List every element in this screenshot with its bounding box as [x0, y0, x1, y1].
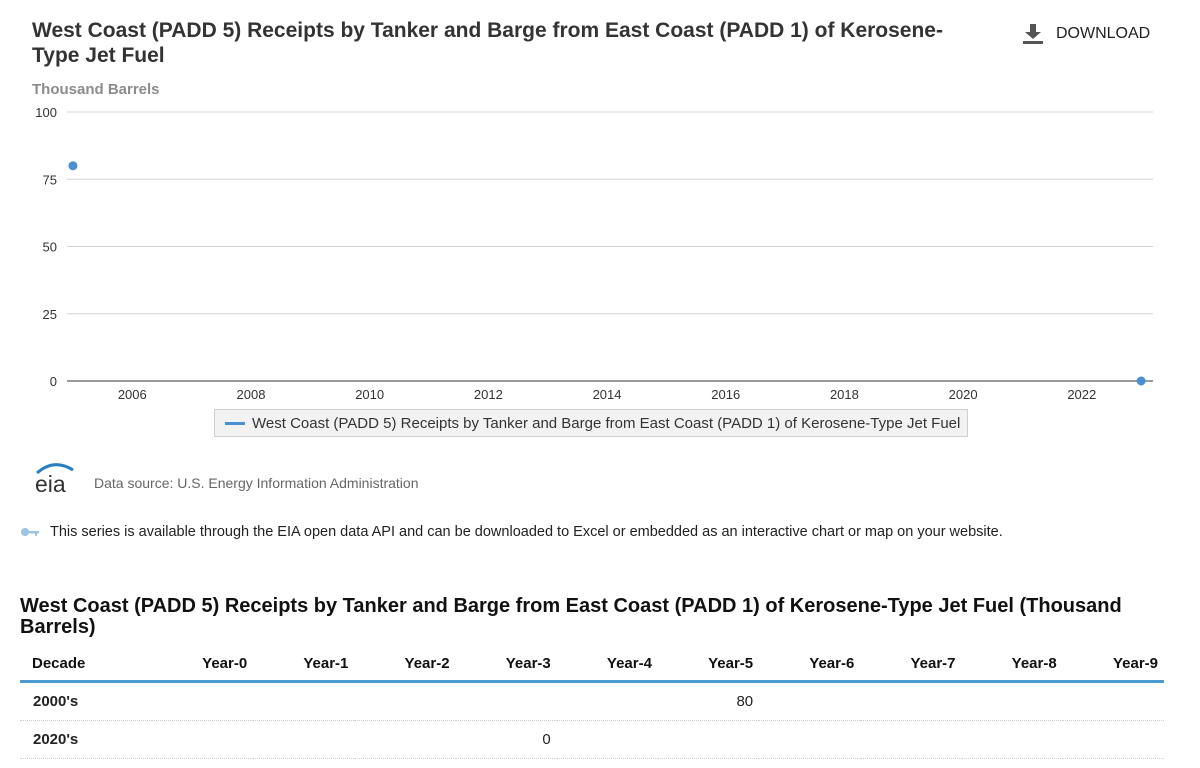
api-note: This series is available through the EIA…: [20, 524, 1003, 540]
table-title: West Coast (PADD 5) Receipts by Tanker a…: [20, 595, 1122, 638]
table-cell: [1062, 720, 1164, 759]
table-cell: 80: [657, 681, 760, 721]
y-tick-label: 100: [35, 105, 57, 120]
eia-logo: eia: [35, 463, 74, 494]
x-tick-label: 2014: [593, 387, 622, 402]
table-cell: [152, 720, 254, 759]
data-point: [1136, 376, 1146, 386]
x-tick-label: 2016: [711, 387, 740, 402]
header-year-0: Year-0: [152, 646, 254, 683]
data-source: eia Data source: U.S. Energy Information…: [34, 462, 418, 494]
table-cell: [556, 681, 658, 721]
x-tick-label: 2018: [830, 387, 859, 402]
chart-legend[interactable]: West Coast (PADD 5) Receipts by Tanker a…: [214, 409, 968, 437]
header-year-2: Year-2: [354, 646, 456, 683]
x-tick-label: 2006: [118, 387, 147, 402]
table-cell: [556, 720, 658, 759]
x-tick-label: 2008: [237, 387, 266, 402]
table-cell: [354, 720, 456, 759]
download-icon: [1023, 24, 1043, 44]
table-cell: 0: [455, 720, 557, 759]
table-cell: [759, 681, 861, 721]
y-tick-label: 75: [43, 172, 57, 187]
download-button[interactable]: DOWNLOAD: [1022, 24, 1150, 44]
table-cell: [253, 681, 355, 721]
y-tick-label: 50: [43, 240, 57, 255]
header-year-9: Year-9: [1062, 646, 1164, 683]
line-chart: 0 25 50 75 100 2006 2008 2010 2012 2014 2016 2018 20…: [35, 105, 1153, 402]
chart-title: West Coast (PADD 5) Receipts by Tanker a…: [32, 19, 943, 67]
x-tick-label: 2022: [1067, 387, 1096, 402]
download-label: DOWNLOAD: [1056, 25, 1151, 42]
key-icon: [21, 528, 39, 536]
table-cell: [354, 681, 456, 721]
x-tick-label: 2012: [474, 387, 503, 402]
legend-swatch: [225, 421, 245, 425]
table-row: 2020's 0: [20, 720, 1164, 759]
table-cell: [961, 720, 1063, 759]
header-decade: Decade: [20, 646, 152, 683]
api-note-text: This series is available through the EIA…: [50, 524, 1003, 540]
table-header-row: Decade Year-0 Year-1 Year-2 Year-3 Year-…: [20, 646, 1164, 683]
header-year-7: Year-7: [860, 646, 962, 683]
x-tick-label: 2020: [949, 387, 978, 402]
header-year-1: Year-1: [253, 646, 355, 683]
table-cell: [253, 720, 355, 759]
row-decade: 2000's: [20, 681, 152, 721]
data-table: Decade Year-0 Year-1 Year-2 Year-3 Year-…: [20, 646, 1164, 759]
legend-label: West Coast (PADD 5) Receipts by Tanker a…: [252, 414, 961, 432]
header-year-6: Year-6: [759, 646, 861, 683]
table-cell: [860, 681, 962, 721]
header-year-4: Year-4: [556, 646, 658, 683]
header-year-3: Year-3: [455, 646, 557, 683]
svg-text:eia: eia: [35, 471, 66, 494]
table-cell: [759, 720, 861, 759]
header-year-5: Year-5: [657, 646, 760, 683]
table-row: 2000's 80: [20, 681, 1164, 721]
y-tick-label: 25: [43, 307, 57, 322]
table-cell: [1062, 681, 1164, 721]
table-cell: [961, 681, 1063, 721]
table-cell: [455, 681, 557, 721]
table-cell: [152, 681, 254, 721]
header-year-8: Year-8: [961, 646, 1063, 683]
source-text: Data source: U.S. Energy Information Adm…: [94, 475, 419, 491]
x-tick-label: 2010: [355, 387, 384, 402]
table-cell: [860, 720, 962, 759]
y-tick-label: 0: [50, 374, 57, 389]
row-decade: 2020's: [20, 720, 152, 759]
table-cell: [657, 720, 760, 759]
data-point: [68, 161, 78, 171]
